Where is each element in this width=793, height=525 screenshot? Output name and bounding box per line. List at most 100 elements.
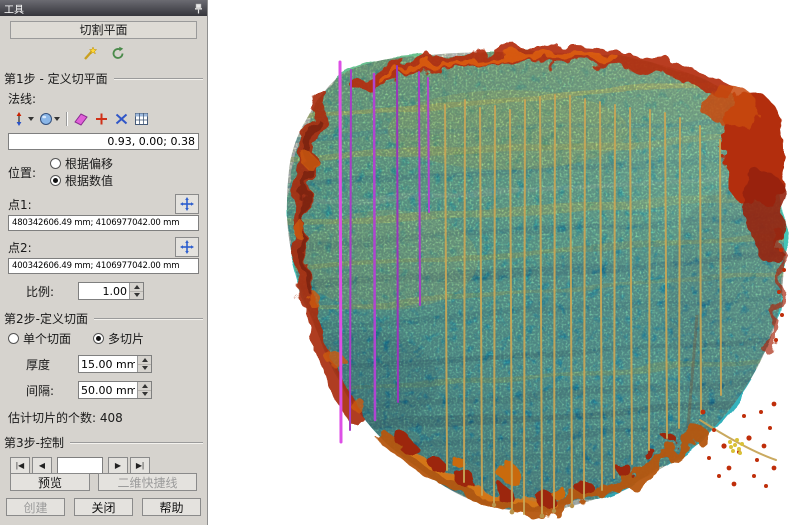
point1-label: 点1:	[8, 196, 32, 213]
matrix-table-button[interactable]	[132, 110, 151, 128]
scale-label: 比例:	[26, 283, 78, 300]
step2-title: 第2步-定义切面	[4, 310, 88, 327]
table-icon	[134, 112, 149, 126]
step3-title: 第3步-控制	[4, 434, 64, 451]
step1-title: 第1步 - 定义切平面	[4, 70, 108, 87]
interval-input[interactable]	[79, 382, 137, 398]
cutting-plane-header-label: 切割平面	[79, 23, 127, 37]
scatter-points-yellow	[728, 438, 744, 455]
reset-plane-button[interactable]	[106, 43, 130, 63]
spin-up-button[interactable]	[138, 382, 151, 391]
application-window: 工具 切割平面	[0, 0, 793, 525]
radio-circle-icon[interactable]	[50, 175, 61, 186]
move-cross-icon	[180, 240, 194, 254]
triangle-down-icon	[142, 366, 148, 370]
create-button: 创建	[6, 498, 65, 516]
plane-x-icon	[73, 112, 89, 126]
panel-titlebar[interactable]: 工具	[0, 0, 207, 16]
step2-group-title: 第2步-定义切面	[0, 310, 207, 327]
triangle-down-icon	[134, 293, 140, 297]
spin-down-button[interactable]	[138, 365, 151, 373]
radio-multi-slice[interactable]: 多切片	[93, 331, 144, 346]
tools-panel: 工具 切割平面	[0, 0, 208, 525]
scale-input[interactable]	[79, 283, 129, 299]
radio-by-offset-label: 根据偏移	[65, 155, 113, 172]
position-row: 位置: 根据偏移 根据数值	[0, 156, 207, 188]
scale-row: 比例:	[0, 282, 207, 300]
step1-group-title: 第1步 - 定义切平面	[0, 70, 207, 87]
scale-stepper[interactable]	[78, 282, 144, 300]
spin-up-button[interactable]	[138, 356, 151, 365]
normal-label-row: 法线:	[0, 90, 207, 107]
point2-value-row	[0, 258, 207, 274]
cutting-plane-header[interactable]: 切割平面	[10, 21, 197, 39]
section-mode-row: 单个切面 多切片	[0, 331, 207, 346]
pin-icon[interactable]	[194, 3, 203, 14]
previous-icon: ◀	[39, 461, 45, 470]
thickness-input[interactable]	[79, 356, 137, 372]
caret-down-icon	[28, 117, 34, 121]
scale-spin-buttons	[129, 283, 143, 299]
point1-input[interactable]	[8, 215, 199, 231]
spin-down-button[interactable]	[130, 292, 143, 300]
triangle-down-icon	[142, 392, 148, 396]
circular-arrow-icon	[110, 46, 126, 61]
next-slice-button[interactable]: ▶	[108, 457, 128, 474]
move-cross-icon	[180, 197, 194, 211]
invert-normal-icon	[12, 112, 27, 126]
next-icon: ▶	[115, 461, 121, 470]
sphere-icon	[39, 112, 53, 126]
point1-value-row	[0, 215, 207, 231]
help-button[interactable]: 帮助	[142, 498, 201, 516]
caret-down-icon	[54, 117, 60, 121]
first-slice-button[interactable]: |◀	[10, 457, 30, 474]
move-plane-button[interactable]	[92, 110, 111, 128]
point2-input[interactable]	[8, 258, 199, 274]
pick-point2-button[interactable]	[175, 237, 199, 257]
step3-group-title: 第3步-控制	[0, 434, 207, 451]
triangle-up-icon	[142, 358, 148, 362]
radio-circle-icon[interactable]	[8, 333, 19, 344]
radio-circle-icon[interactable]	[93, 333, 104, 344]
invert-normal-button[interactable]	[10, 110, 36, 128]
slice-index-input[interactable]	[57, 457, 103, 474]
normal-toolbar	[0, 109, 207, 129]
spin-down-button[interactable]	[138, 391, 151, 399]
close-button[interactable]: 关闭	[74, 498, 133, 516]
pick-direction-button[interactable]	[37, 110, 62, 128]
slice-playback-controls: |◀ ◀ ▶ ▶|	[0, 457, 207, 474]
thickness-spin-buttons	[137, 356, 151, 372]
last-slice-button[interactable]: ▶|	[130, 457, 150, 474]
radio-by-value[interactable]: 根据数值	[50, 173, 113, 188]
triangle-up-icon	[142, 384, 148, 388]
toolbar-separator	[66, 112, 67, 126]
shortcut-2d-button: 二维快捷线	[98, 473, 197, 491]
thickness-stepper[interactable]	[78, 355, 152, 373]
section-toolbar	[0, 42, 207, 64]
point-cloud-render	[208, 0, 793, 525]
normal-input[interactable]	[8, 133, 199, 150]
preview-actions-row: 预览 二维快捷线	[0, 473, 207, 491]
normal-value-row	[0, 133, 207, 150]
red-cross-arrows-icon	[94, 112, 109, 126]
viewport-3d[interactable]	[208, 0, 793, 525]
align-axes-button[interactable]	[112, 110, 131, 128]
plane-x-button[interactable]	[71, 110, 91, 128]
dialog-actions-row: 创建 关闭 帮助	[0, 498, 207, 516]
point1-row: 点1:	[0, 194, 207, 214]
previous-slice-button[interactable]: ◀	[32, 457, 52, 474]
pick-point1-button[interactable]	[175, 194, 199, 214]
panel-title: 工具	[4, 1, 24, 16]
interval-stepper[interactable]	[78, 381, 152, 399]
blue-cross-arrows-icon	[114, 112, 129, 126]
radio-by-offset[interactable]: 根据偏移	[50, 156, 113, 171]
point2-row: 点2:	[0, 237, 207, 257]
normal-label: 法线:	[8, 90, 36, 107]
interval-label: 间隔:	[26, 382, 78, 399]
preview-button[interactable]: 预览	[10, 473, 90, 491]
edit-plane-button[interactable]	[78, 43, 102, 63]
spin-up-button[interactable]	[130, 283, 143, 292]
magic-wand-icon	[82, 46, 98, 61]
radio-single-section[interactable]: 单个切面	[8, 331, 71, 346]
radio-circle-icon[interactable]	[50, 158, 61, 169]
